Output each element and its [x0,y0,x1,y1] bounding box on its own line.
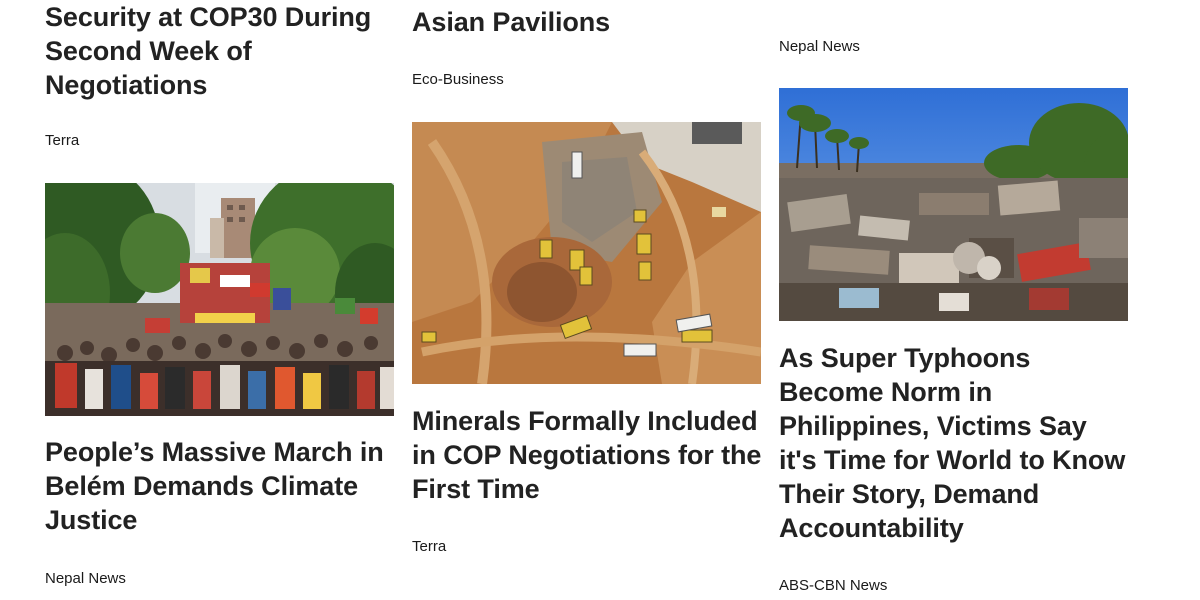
column-2: Asian Pavilions Eco-Business Minerals Fo… [412,0,761,600]
typhoon-debris-photo [779,88,1128,321]
mining-site-image[interactable] [412,122,761,384]
article-title[interactable]: Minerals Formally Included in COP Negoti… [412,404,764,506]
article-source[interactable]: Nepal News [779,37,860,57]
article-source[interactable]: Terra [45,131,79,151]
article-title[interactable]: Security at COP30 During Second Week of … [45,0,397,102]
typhoon-debris-image[interactable] [779,88,1128,321]
mining-site-aerial-photo [412,122,761,384]
clipped-title-fragment [412,0,764,2]
column-3: Nepal News As Super Typhoons Become Norm… [779,0,1128,600]
protest-march-image[interactable] [45,183,394,416]
article-title[interactable]: Asian Pavilions [412,5,764,39]
news-grid: Security at COP30 During Second Week of … [0,0,1200,600]
article-source[interactable]: Nepal News [45,569,126,589]
article-source[interactable]: ABS-CBN News [779,576,887,596]
protest-march-photo [45,183,394,416]
article-title[interactable]: As Super Typhoons Become Norm in Philipp… [779,341,1131,545]
column-1: Security at COP30 During Second Week of … [45,0,394,600]
article-source[interactable]: Eco-Business [412,70,504,90]
article-title[interactable]: People’s Massive March in Belém Demands … [45,435,397,537]
article-source[interactable]: Terra [412,537,446,557]
